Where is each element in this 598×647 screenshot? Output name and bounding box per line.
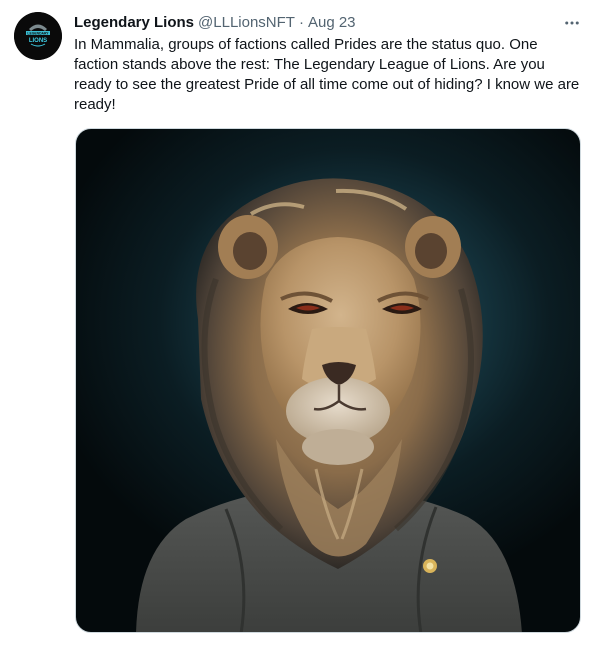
lion-illustration: [136, 178, 522, 632]
tweet-header: Legendary Lions @LLLionsNFT · Aug 23: [74, 13, 582, 33]
separator-dot: ·: [298, 14, 304, 31]
more-horizontal-icon: [565, 21, 579, 25]
tweet-text: In Mammalia, groups of factions called P…: [74, 36, 580, 113]
avatar-link[interactable]: LEGENDARY LIONS: [14, 12, 62, 60]
tweet-media-image[interactable]: [75, 128, 581, 633]
tweet-content: Legendary Lions @LLLionsNFT · Aug 23 In …: [74, 13, 582, 115]
more-options-button[interactable]: [562, 13, 582, 33]
legendary-lions-logo: LEGENDARY LIONS: [14, 12, 62, 60]
display-name[interactable]: Legendary Lions: [74, 13, 194, 33]
timestamp[interactable]: Aug 23: [308, 13, 356, 33]
tweet[interactable]: LEGENDARY LIONS Legendary Lions @LLLions…: [0, 0, 598, 647]
lion-chin: [302, 429, 374, 465]
avatar: LEGENDARY LIONS: [14, 12, 62, 60]
user-handle[interactable]: @LLLionsNFT: [198, 13, 295, 33]
logo-text-top: LEGENDARY: [27, 31, 49, 35]
logo-text-bottom: LIONS: [29, 38, 47, 44]
